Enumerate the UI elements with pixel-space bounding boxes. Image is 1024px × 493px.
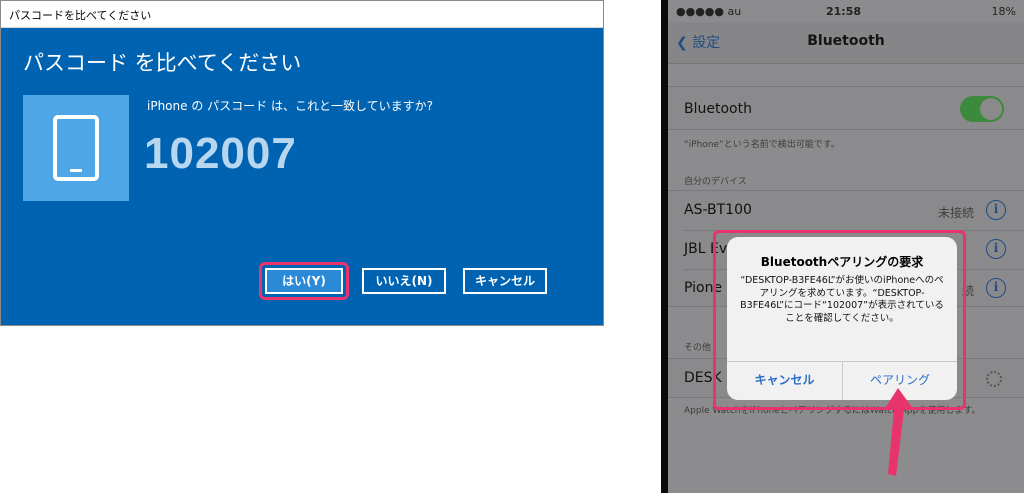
discoverable-note: “iPhone”という名前で検出可能です。 <box>684 140 840 150</box>
dialog-titlebar: パスコードを比べてください <box>1 1 603 28</box>
device-name: AS-BT100 <box>684 202 752 218</box>
other-devices-header: その他 <box>684 343 712 353</box>
bluetooth-label: Bluetooth <box>684 101 752 117</box>
info-icon[interactable]: i <box>986 278 1006 298</box>
clock: 21:58 <box>826 5 862 18</box>
loading-spinner-icon <box>986 371 1002 387</box>
device-row[interactable]: AS-BT100 未接続 i <box>668 191 1024 230</box>
alert-title: Bluetoothペアリングの要求 <box>760 255 924 269</box>
info-icon[interactable]: i <box>986 239 1006 259</box>
bluetooth-toggle-cell: Bluetooth <box>668 86 1024 130</box>
status-bar: ●●●●● au 21:58 18% <box>668 0 1024 22</box>
dialog-heading: パスコード を比べてください <box>23 51 302 75</box>
info-icon[interactable]: i <box>986 200 1006 220</box>
device-status: 未接続 <box>937 206 974 220</box>
my-devices-header: 自分のデバイス <box>684 177 747 187</box>
alert-cancel-button[interactable]: キャンセル <box>727 361 842 400</box>
nav-title: Bluetooth <box>807 33 885 49</box>
cancel-button[interactable]: キャンセル <box>463 268 547 294</box>
windows-pairing-dialog: パスコードを比べてください パスコード を比べてください iPhone の パス… <box>0 0 604 326</box>
pairing-alert: Bluetoothペアリングの要求 “DESKTOP-B3FE46L”がお使いの… <box>727 237 957 400</box>
nav-bar: ❮ 設定 Bluetooth <box>668 22 1024 64</box>
passcode-value: 102007 <box>144 129 297 178</box>
yes-button[interactable]: はい(Y) <box>265 268 343 294</box>
alert-message: “DESKTOP-B3FE46L”がお使いのiPhoneへのペアリングを求めてい… <box>740 275 944 324</box>
bluetooth-switch[interactable] <box>960 96 1004 122</box>
battery-label: 18% <box>991 5 1016 18</box>
dialog-titlebar-text: パスコードを比べてください <box>9 9 152 22</box>
phone-icon <box>23 95 129 201</box>
no-button[interactable]: いいえ(N) <box>362 268 446 294</box>
carrier-label: ●●●●● au <box>676 5 742 18</box>
pointer-arrow-icon <box>884 388 914 476</box>
dialog-question: iPhone の パスコード は、これと一致していますか? <box>147 99 433 113</box>
